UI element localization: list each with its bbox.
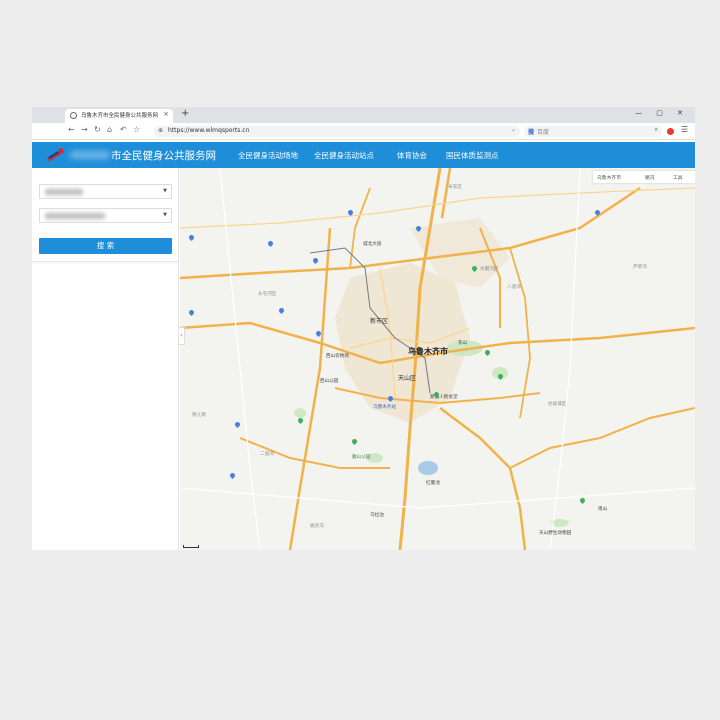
extension-icon[interactable]	[667, 128, 674, 135]
search-form: ▼ ▼ 搜 索	[32, 168, 179, 262]
new-tab-button[interactable]: +	[181, 108, 189, 119]
site-logo[interactable]	[44, 146, 66, 164]
map-label: 米东区	[448, 185, 462, 190]
map-label: 乌拉泊	[370, 513, 384, 518]
traffic-button[interactable]: 路况	[645, 174, 655, 181]
star-icon[interactable]: ☆	[133, 125, 140, 134]
url-input[interactable]: ⊕ https://www.wlmqsports.cn ⌄	[154, 126, 520, 137]
search-placeholder: 百度	[537, 129, 550, 136]
map-label: 西山公园	[320, 379, 339, 384]
map-view[interactable]: 米东区 乌鲁木齐市 新市区 天山区 头屯河区 城北大道 西山公园 东山 乌鲁木齐…	[180, 168, 695, 550]
address-bar: ← → ↻ ⌂ ↶ ☆ ⊕ https://www.wlmqsports.cn …	[32, 123, 695, 140]
tab-title: 乌鲁木齐市全民健身公共服务网	[81, 113, 159, 119]
map-label: 红雁池	[426, 481, 440, 486]
map-base	[180, 168, 695, 550]
search-engine-icon: 搜	[528, 129, 535, 136]
tab-bar: 乌鲁木齐市全民健身公共服务网 × + — ▢ ✕	[32, 107, 695, 123]
globe-icon	[70, 112, 77, 119]
nav-sports-associations[interactable]: 体育协会	[397, 150, 427, 161]
undo-icon[interactable]: ↶	[120, 125, 127, 134]
map-label: 燕儿窝	[192, 413, 206, 418]
dropdown-arrow-icon: ▼	[163, 212, 167, 218]
map-label: 水磨沟区	[480, 267, 499, 272]
reload-icon[interactable]: ↻	[94, 125, 101, 134]
map-label: 城北大道	[363, 242, 382, 247]
nav-activity-venues[interactable]: 全民健身活动场地	[238, 150, 298, 161]
map-label: 二道湾	[260, 452, 274, 457]
url-text: https://www.wlmqsports.cn	[168, 127, 250, 134]
map-label: 芦草沟	[633, 265, 647, 270]
map-label: 新市区	[370, 318, 389, 325]
map-scale-bar	[183, 545, 199, 548]
browser-window: 乌鲁木齐市全民健身公共服务网 × + — ▢ ✕ ← → ↻ ⌂ ↶ ☆ ⊕ h…	[32, 107, 695, 550]
nav-activity-stations[interactable]: 全民健身活动站点	[314, 150, 374, 161]
nav-fitness-monitoring[interactable]: 国民体质监测点	[446, 150, 499, 161]
forward-icon[interactable]: →	[81, 125, 88, 134]
home-icon[interactable]: ⌂	[107, 125, 112, 134]
back-icon[interactable]: ←	[68, 125, 75, 134]
tools-button[interactable]: 工具	[673, 174, 683, 181]
search-input[interactable]: 搜 百度 ⌕	[524, 126, 662, 137]
left-panel: ▼ ▼ 搜 索	[32, 168, 179, 550]
blurred-select-value	[45, 213, 105, 219]
site-header: 市全民健身公共服务网 全民健身活动场地 全民健身活动站点 体育协会 国民体质监测…	[32, 142, 695, 168]
map-label: 达坂城区	[548, 402, 567, 407]
browser-tab[interactable]: 乌鲁木齐市全民健身公共服务网 ×	[65, 109, 173, 123]
district-select[interactable]: ▼	[39, 184, 172, 199]
site-info-icon[interactable]: ⊕	[158, 127, 163, 134]
map-toolbar: 乌鲁木齐市 路况 工具	[593, 171, 695, 183]
map-city-label: 乌鲁木齐市	[408, 347, 448, 356]
search-button[interactable]: 搜 索	[39, 238, 172, 254]
map-label: 板房沟	[310, 524, 324, 529]
menu-icon[interactable]: ☰	[681, 125, 688, 134]
window-controls[interactable]: — ▢ ✕	[635, 109, 689, 117]
map-label: 东山	[458, 341, 468, 346]
map-label: 头屯河区	[258, 292, 277, 297]
blurred-city-name	[70, 151, 110, 159]
site-title: 市全民健身公共服务网	[111, 150, 216, 162]
map-label: 西山农牧场	[326, 354, 349, 359]
map-label: 乌鲁木齐站	[373, 405, 396, 410]
map-label: 南山	[598, 507, 608, 512]
map-label: 天山区	[398, 375, 417, 382]
map-label: 八道湾	[507, 285, 521, 290]
category-select[interactable]: ▼	[39, 208, 172, 223]
tab-close-icon[interactable]: ×	[163, 110, 169, 118]
blurred-select-value	[45, 189, 83, 195]
chevron-down-icon[interactable]: ⌄	[511, 126, 516, 133]
city-switch-button[interactable]: 乌鲁木齐市	[597, 174, 621, 181]
map-label: 天山野生动物园	[539, 531, 572, 536]
map-label: 雅山公园	[352, 455, 371, 460]
search-icon[interactable]: ⌕	[655, 126, 658, 134]
dropdown-arrow-icon: ▼	[163, 188, 167, 194]
collapse-panel-button[interactable]: ‹	[179, 327, 185, 345]
